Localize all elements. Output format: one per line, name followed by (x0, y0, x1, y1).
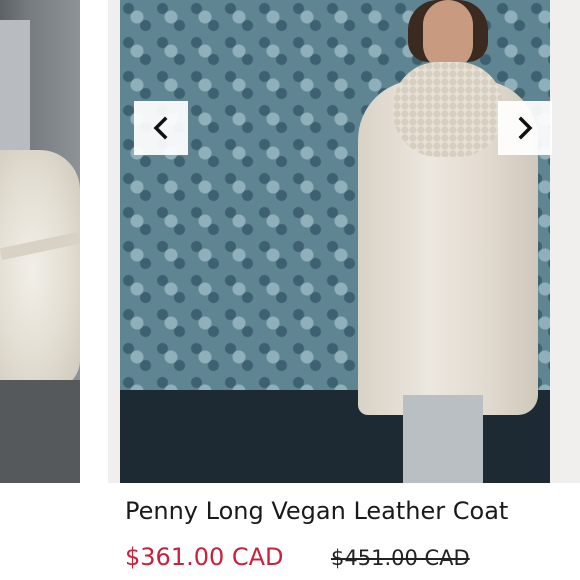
original-price: $451.00 CAD (331, 546, 470, 570)
chevron-right-icon (518, 116, 533, 140)
product-title[interactable]: Penny Long Vegan Leather Coat (125, 497, 508, 525)
chevron-left-icon (153, 116, 168, 140)
model-trousers (403, 395, 483, 483)
sale-price: $361.00 CAD (125, 543, 284, 571)
carousel-next-button[interactable] (498, 101, 552, 155)
model-fur-collar (393, 62, 503, 157)
model-head (423, 0, 473, 70)
previous-slide-sherpa-coat (0, 150, 80, 390)
previous-slide-floor (0, 380, 80, 483)
previous-slide-image[interactable] (0, 0, 80, 483)
main-product-image (108, 0, 580, 483)
carousel-prev-button[interactable] (134, 101, 188, 155)
product-image-carousel (0, 0, 580, 483)
